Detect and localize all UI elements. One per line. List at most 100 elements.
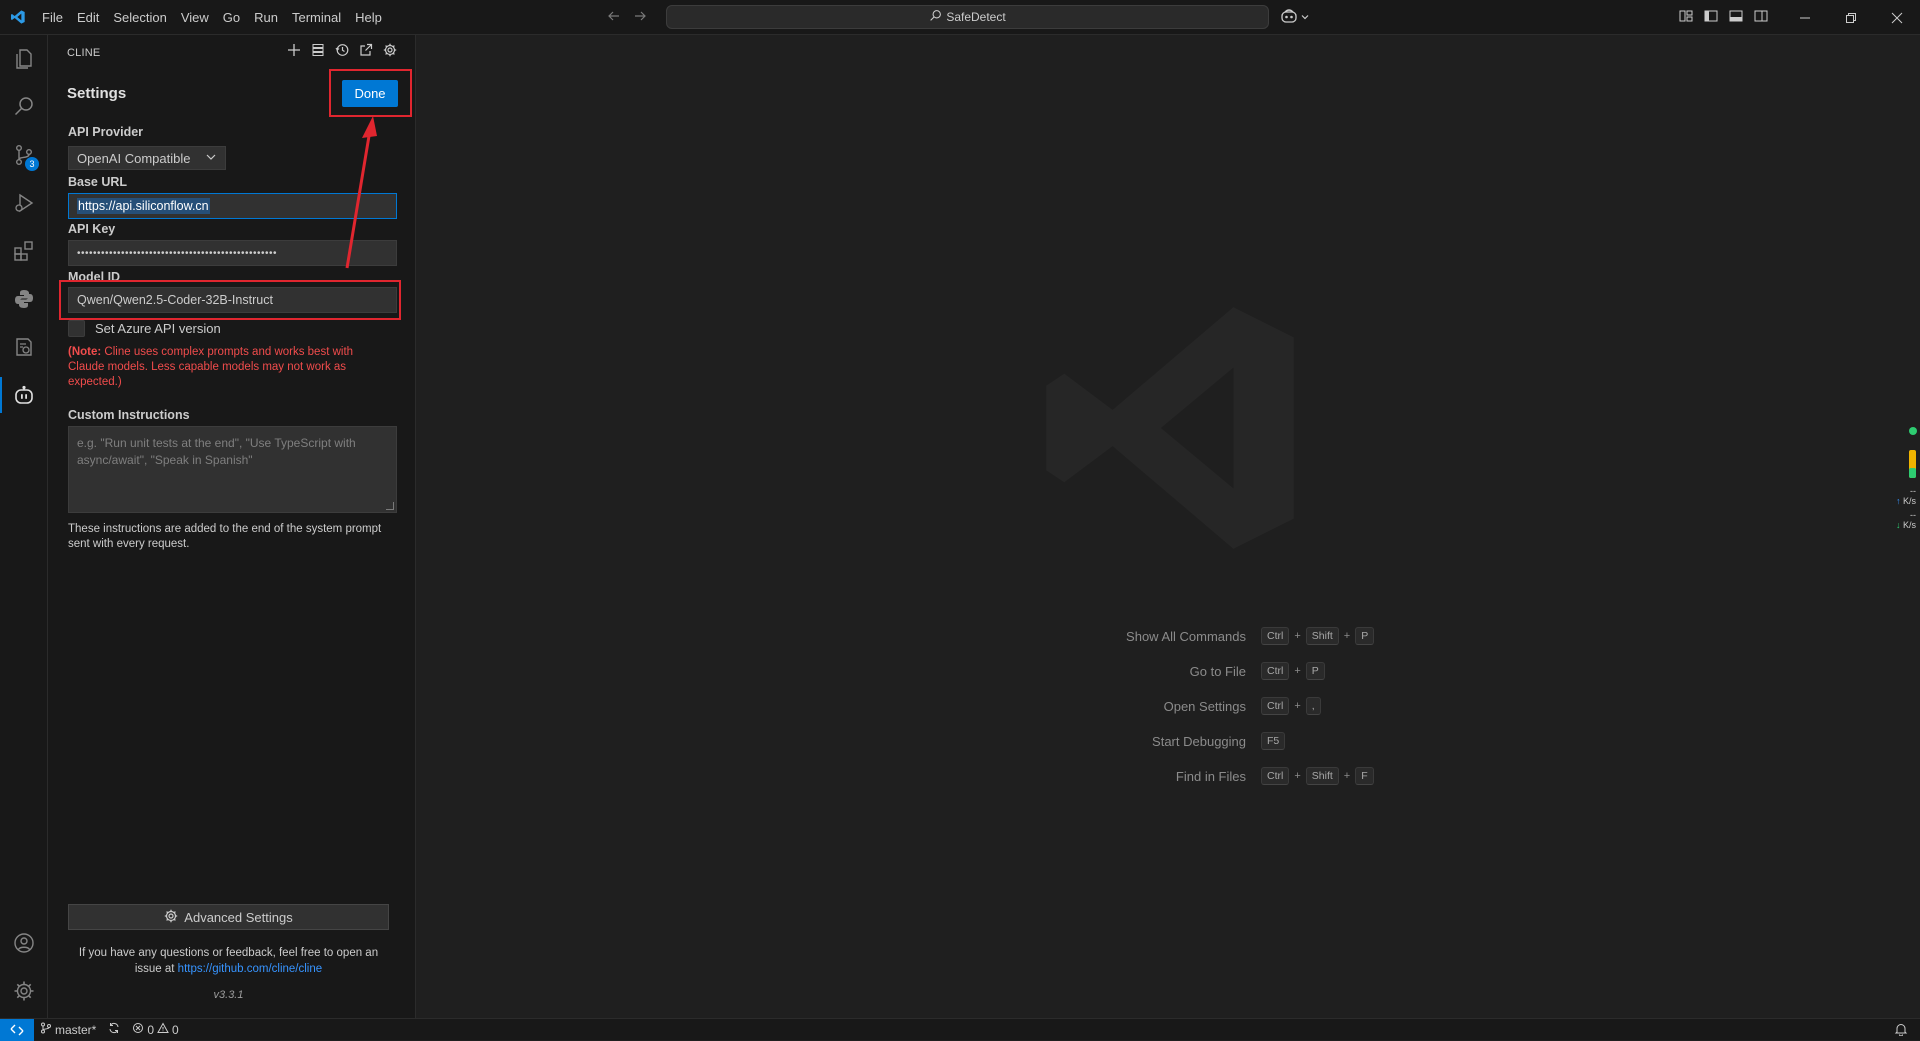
sync-button[interactable]	[102, 1022, 126, 1037]
key-separator: +	[1294, 700, 1301, 712]
key: Ctrl	[1261, 697, 1290, 715]
error-icon	[132, 1022, 144, 1037]
sync-icon	[108, 1022, 120, 1037]
notifications-bell-icon[interactable]	[1894, 1022, 1908, 1039]
key: P	[1305, 662, 1325, 680]
customize-layout-icon[interactable]	[1678, 8, 1694, 27]
shortcut-keys: Ctrl + Shift + P	[1261, 627, 1375, 645]
vscode-watermark-icon	[1028, 283, 1318, 576]
command-center-search[interactable]: SafeDetect	[666, 5, 1269, 29]
resize-grip-icon[interactable]	[386, 502, 394, 510]
problems-status[interactable]: 0 0	[126, 1022, 184, 1037]
popout-icon[interactable]	[358, 42, 374, 58]
api-key-label: API Key	[68, 222, 116, 236]
shortcut-row: Show All Commands Ctrl + Shift + P	[996, 627, 1696, 651]
note-prefix: (Note:	[68, 346, 102, 358]
menu-view[interactable]: View	[174, 0, 216, 35]
activity-bar: 3	[0, 35, 48, 1018]
api-provider-select[interactable]: OpenAI Compatible	[68, 146, 226, 170]
shortcut-keys: Ctrl + Shift + F	[1261, 767, 1374, 785]
chevron-down-icon	[1300, 10, 1310, 25]
api-provider-label: API Provider	[68, 125, 144, 139]
toggle-panel-icon[interactable]	[1728, 8, 1744, 27]
back-arrow-icon[interactable]	[606, 8, 622, 27]
version-label: v3.3.1	[213, 989, 244, 1001]
annotation-arrow	[345, 116, 377, 269]
key: Ctrl	[1261, 767, 1290, 785]
menu-selection[interactable]: Selection	[106, 0, 173, 35]
custom-instructions-label: Custom Instructions	[68, 408, 190, 422]
note-text: Cline uses complex prompts and works bes…	[68, 346, 354, 388]
warning-count: 0	[172, 1022, 179, 1037]
source-control-icon[interactable]: 3	[0, 131, 48, 179]
advanced-settings-button[interactable]: Advanced Settings	[68, 904, 389, 930]
annotation-highlight-model-id	[59, 280, 401, 320]
accounts-icon[interactable]	[0, 919, 48, 967]
copilot-menu[interactable]	[1280, 0, 1310, 35]
chevron-down-icon	[205, 151, 217, 166]
forward-arrow-icon[interactable]	[632, 8, 648, 27]
shortcut-keys: F5	[1261, 732, 1286, 750]
copilot-icon	[1280, 8, 1298, 27]
upload-speed: --	[1910, 486, 1916, 496]
menu-terminal[interactable]: Terminal	[285, 0, 348, 35]
gear-icon	[164, 909, 178, 926]
explorer-icon[interactable]	[0, 35, 48, 83]
shortcut-keys: Ctrl + P	[1261, 662, 1325, 680]
azure-api-version-row[interactable]: Set Azure API version	[68, 320, 221, 337]
menu-help[interactable]: Help	[348, 0, 389, 35]
history-icon[interactable]	[334, 42, 350, 58]
server-stack-icon[interactable]	[310, 42, 326, 58]
custom-instructions-help: These instructions are added to the end …	[68, 523, 382, 550]
network-monitor-widget: -- ↑ K/s -- ↓ K/s	[1890, 425, 1920, 530]
restore-icon[interactable]	[1828, 0, 1874, 35]
cline-icon[interactable]	[0, 371, 48, 419]
key: Shift	[1305, 767, 1339, 785]
azure-api-version-label: Set Azure API version	[95, 321, 221, 336]
custom-instructions-placeholder: e.g. "Run unit tests at the end", "Use T…	[77, 436, 356, 467]
search-icon[interactable]	[0, 83, 48, 131]
vscode-logo-icon	[0, 0, 35, 35]
branch-status[interactable]: master*	[34, 1022, 102, 1037]
search-icon	[929, 9, 942, 25]
extensions-icon[interactable]	[0, 227, 48, 275]
custom-instructions-textarea[interactable]: e.g. "Run unit tests at the end", "Use T…	[68, 426, 397, 513]
plus-icon[interactable]	[286, 42, 302, 58]
model-warning-note: (Note: Cline uses complex prompts and wo…	[68, 345, 378, 390]
toggle-secondary-sidebar-icon[interactable]	[1753, 8, 1769, 27]
shortcut-row: Go to File Ctrl + P	[996, 662, 1696, 686]
shortcut-label: Start Debugging	[1152, 734, 1246, 749]
download-speed-unit: K/s	[1902, 520, 1916, 530]
status-dot-icon	[1909, 427, 1917, 435]
download-speed: --	[1910, 510, 1916, 520]
api-provider-value: OpenAI Compatible	[77, 150, 191, 166]
menu-bar: File Edit Selection View Go Run Terminal…	[35, 0, 389, 34]
base-url-value: https://api.siliconflow.cn	[77, 198, 210, 214]
shortcut-keys: Ctrl + ,	[1261, 697, 1321, 715]
minimize-icon[interactable]	[1782, 0, 1828, 35]
toggle-primary-sidebar-icon[interactable]	[1703, 8, 1719, 27]
shortcut-label: Go to File	[1189, 664, 1246, 679]
run-debug-icon[interactable]	[0, 179, 48, 227]
remote-indicator-icon[interactable]	[0, 1018, 34, 1041]
settings-gear-icon[interactable]	[382, 42, 398, 58]
key-separator: +	[1343, 630, 1351, 642]
python-icon[interactable]	[0, 275, 48, 323]
azure-api-version-checkbox[interactable]	[68, 320, 85, 337]
menu-go[interactable]: Go	[216, 0, 247, 35]
key: F5	[1261, 732, 1286, 750]
testing-icon[interactable]	[0, 323, 48, 371]
layout-controls	[1678, 0, 1769, 35]
shortcut-label: Find in Files	[1175, 769, 1246, 784]
key-separator: +	[1343, 770, 1351, 782]
menu-run[interactable]: Run	[247, 0, 285, 35]
key: Shift	[1305, 627, 1339, 645]
key: Ctrl	[1261, 627, 1290, 645]
key: F	[1355, 767, 1374, 785]
warning-icon	[157, 1022, 169, 1037]
menu-file[interactable]: File	[35, 0, 70, 35]
close-icon[interactable]	[1874, 0, 1920, 35]
github-link[interactable]: https://github.com/cline/cline	[178, 963, 322, 975]
manage-gear-icon[interactable]	[0, 967, 48, 1015]
menu-edit[interactable]: Edit	[70, 0, 106, 35]
